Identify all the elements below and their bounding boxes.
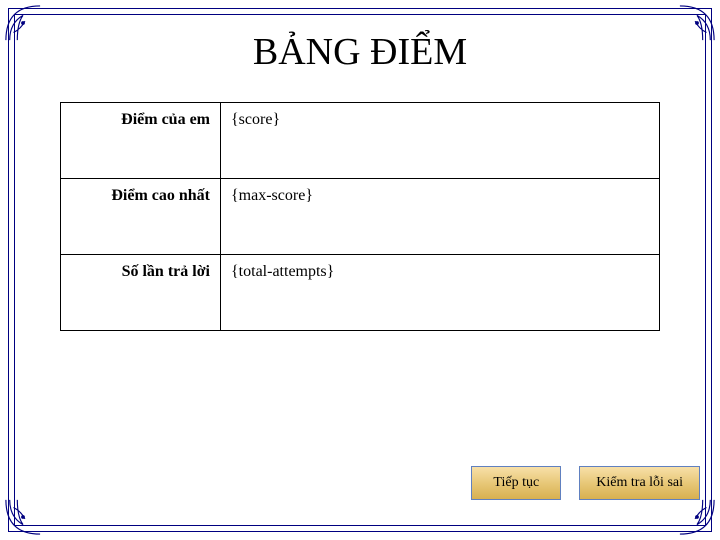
row-label-maxscore: Điểm cao nhất — [61, 179, 221, 255]
row-label-attempts: Số lần trả lời — [61, 255, 221, 331]
table-row: Điểm của em {score} — [61, 103, 660, 179]
review-errors-button[interactable]: Kiểm tra lỗi sai — [579, 466, 700, 500]
row-value-maxscore: {max-score} — [221, 179, 660, 255]
row-value-attempts: {total-attempts} — [221, 255, 660, 331]
row-value-score: {score} — [221, 103, 660, 179]
continue-button[interactable]: Tiếp tục — [471, 466, 561, 500]
score-table: Điểm của em {score} Điểm cao nhất {max-s… — [60, 102, 660, 331]
row-label-score: Điểm của em — [61, 103, 221, 179]
page-title: BẢNG ĐIỂM — [20, 30, 700, 74]
button-row: Tiếp tục Kiểm tra lỗi sai — [471, 466, 700, 500]
content-area: BẢNG ĐIỂM Điểm của em {score} Điểm cao n… — [20, 20, 700, 520]
table-row: Số lần trả lời {total-attempts} — [61, 255, 660, 331]
table-row: Điểm cao nhất {max-score} — [61, 179, 660, 255]
